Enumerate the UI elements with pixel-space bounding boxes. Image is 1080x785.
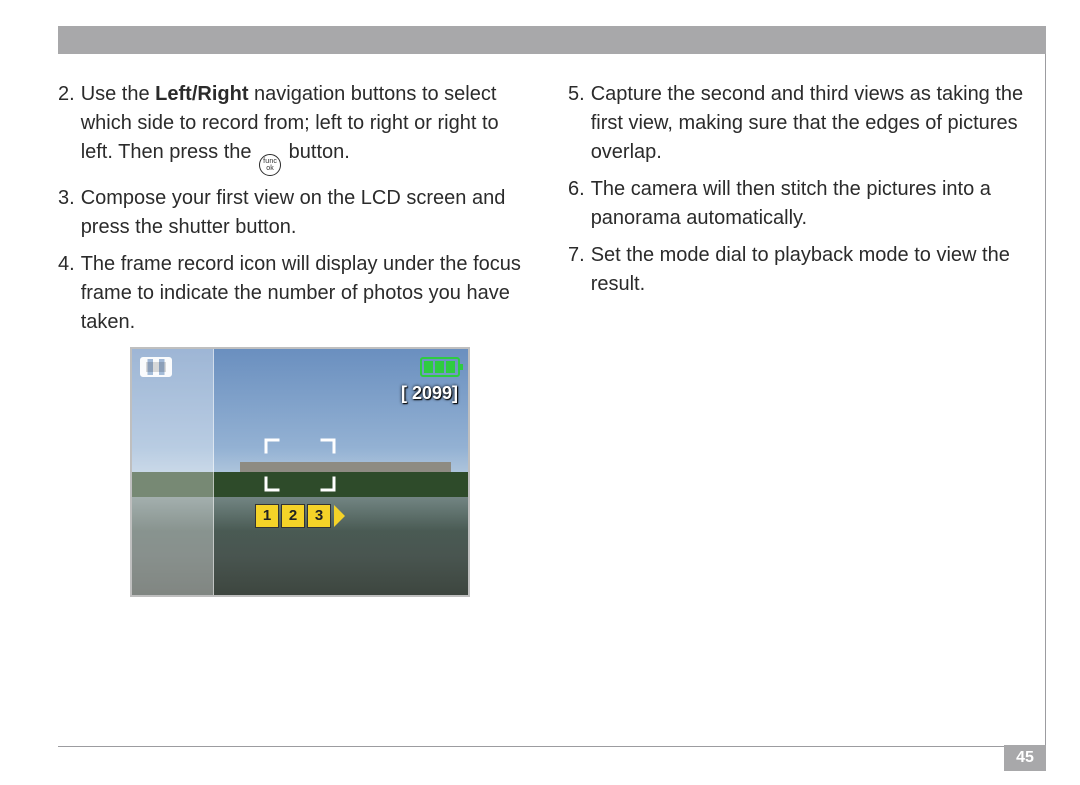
frame-box-1: 1 <box>255 504 279 528</box>
step2-pre: Use the <box>81 83 155 105</box>
step2-post2: button. <box>283 141 350 163</box>
step-number: 5. <box>568 80 585 167</box>
instruction-step-3: 3. Compose your first view on the LCD sc… <box>58 184 536 242</box>
func-ok-icon: funcok <box>259 154 281 176</box>
battery-segment <box>424 361 433 373</box>
step-text: Set the mode dial to playback mode to vi… <box>591 241 1046 299</box>
frame-record-indicator: 1 2 3 <box>255 504 345 528</box>
frame-box-3: 3 <box>307 504 331 528</box>
panorama-mode-icon <box>140 357 172 377</box>
instruction-step-2: 2. Use the Left/Right navigation buttons… <box>58 80 536 176</box>
step-text: Compose your first view on the LCD scree… <box>81 184 536 242</box>
left-column: 2. Use the Left/Right navigation buttons… <box>58 80 536 725</box>
instruction-step-7: 7. Set the mode dial to playback mode to… <box>568 241 1046 299</box>
focus-frame-icon <box>264 438 336 492</box>
battery-segment <box>435 361 444 373</box>
right-column: 5. Capture the second and third views as… <box>568 80 1046 725</box>
step-text: Use the Left/Right navigation buttons to… <box>81 80 536 176</box>
step-text: The frame record icon will display under… <box>81 250 536 337</box>
func-ok-top: func <box>263 158 277 165</box>
step-text: Capture the second and third views as ta… <box>591 80 1046 167</box>
func-ok-bottom: ok <box>266 165 274 172</box>
step-number: 7. <box>568 241 585 299</box>
step-number: 2. <box>58 80 75 176</box>
camera-lcd-preview: [ 2099] 1 2 <box>130 347 470 597</box>
lcd-overlap-strip <box>132 349 214 595</box>
header-bar <box>58 26 1046 54</box>
step-number: 4. <box>58 250 75 337</box>
manual-page: 2. Use the Left/Right navigation buttons… <box>0 0 1080 785</box>
margin-rule-right <box>1045 54 1046 747</box>
frame-box-2: 2 <box>281 504 305 528</box>
instruction-step-5: 5. Capture the second and third views as… <box>568 80 1046 167</box>
step-text: The camera will then stitch the pictures… <box>591 175 1046 233</box>
lcd-figure-wrap: [ 2099] 1 2 <box>58 347 536 597</box>
step2-bold: Left/Right <box>155 83 248 105</box>
content-columns: 2. Use the Left/Right navigation buttons… <box>58 80 1046 725</box>
shots-remaining-counter: [ 2099] <box>401 383 458 404</box>
instruction-step-4: 4. The frame record icon will display un… <box>58 250 536 337</box>
battery-segment <box>446 361 455 373</box>
step-number: 6. <box>568 175 585 233</box>
direction-arrow-icon <box>334 505 345 527</box>
step-number: 3. <box>58 184 75 242</box>
instruction-step-6: 6. The camera will then stitch the pictu… <box>568 175 1046 233</box>
page-number: 45 <box>1004 745 1046 771</box>
battery-icon <box>420 357 460 377</box>
margin-rule-bottom <box>58 746 1044 747</box>
